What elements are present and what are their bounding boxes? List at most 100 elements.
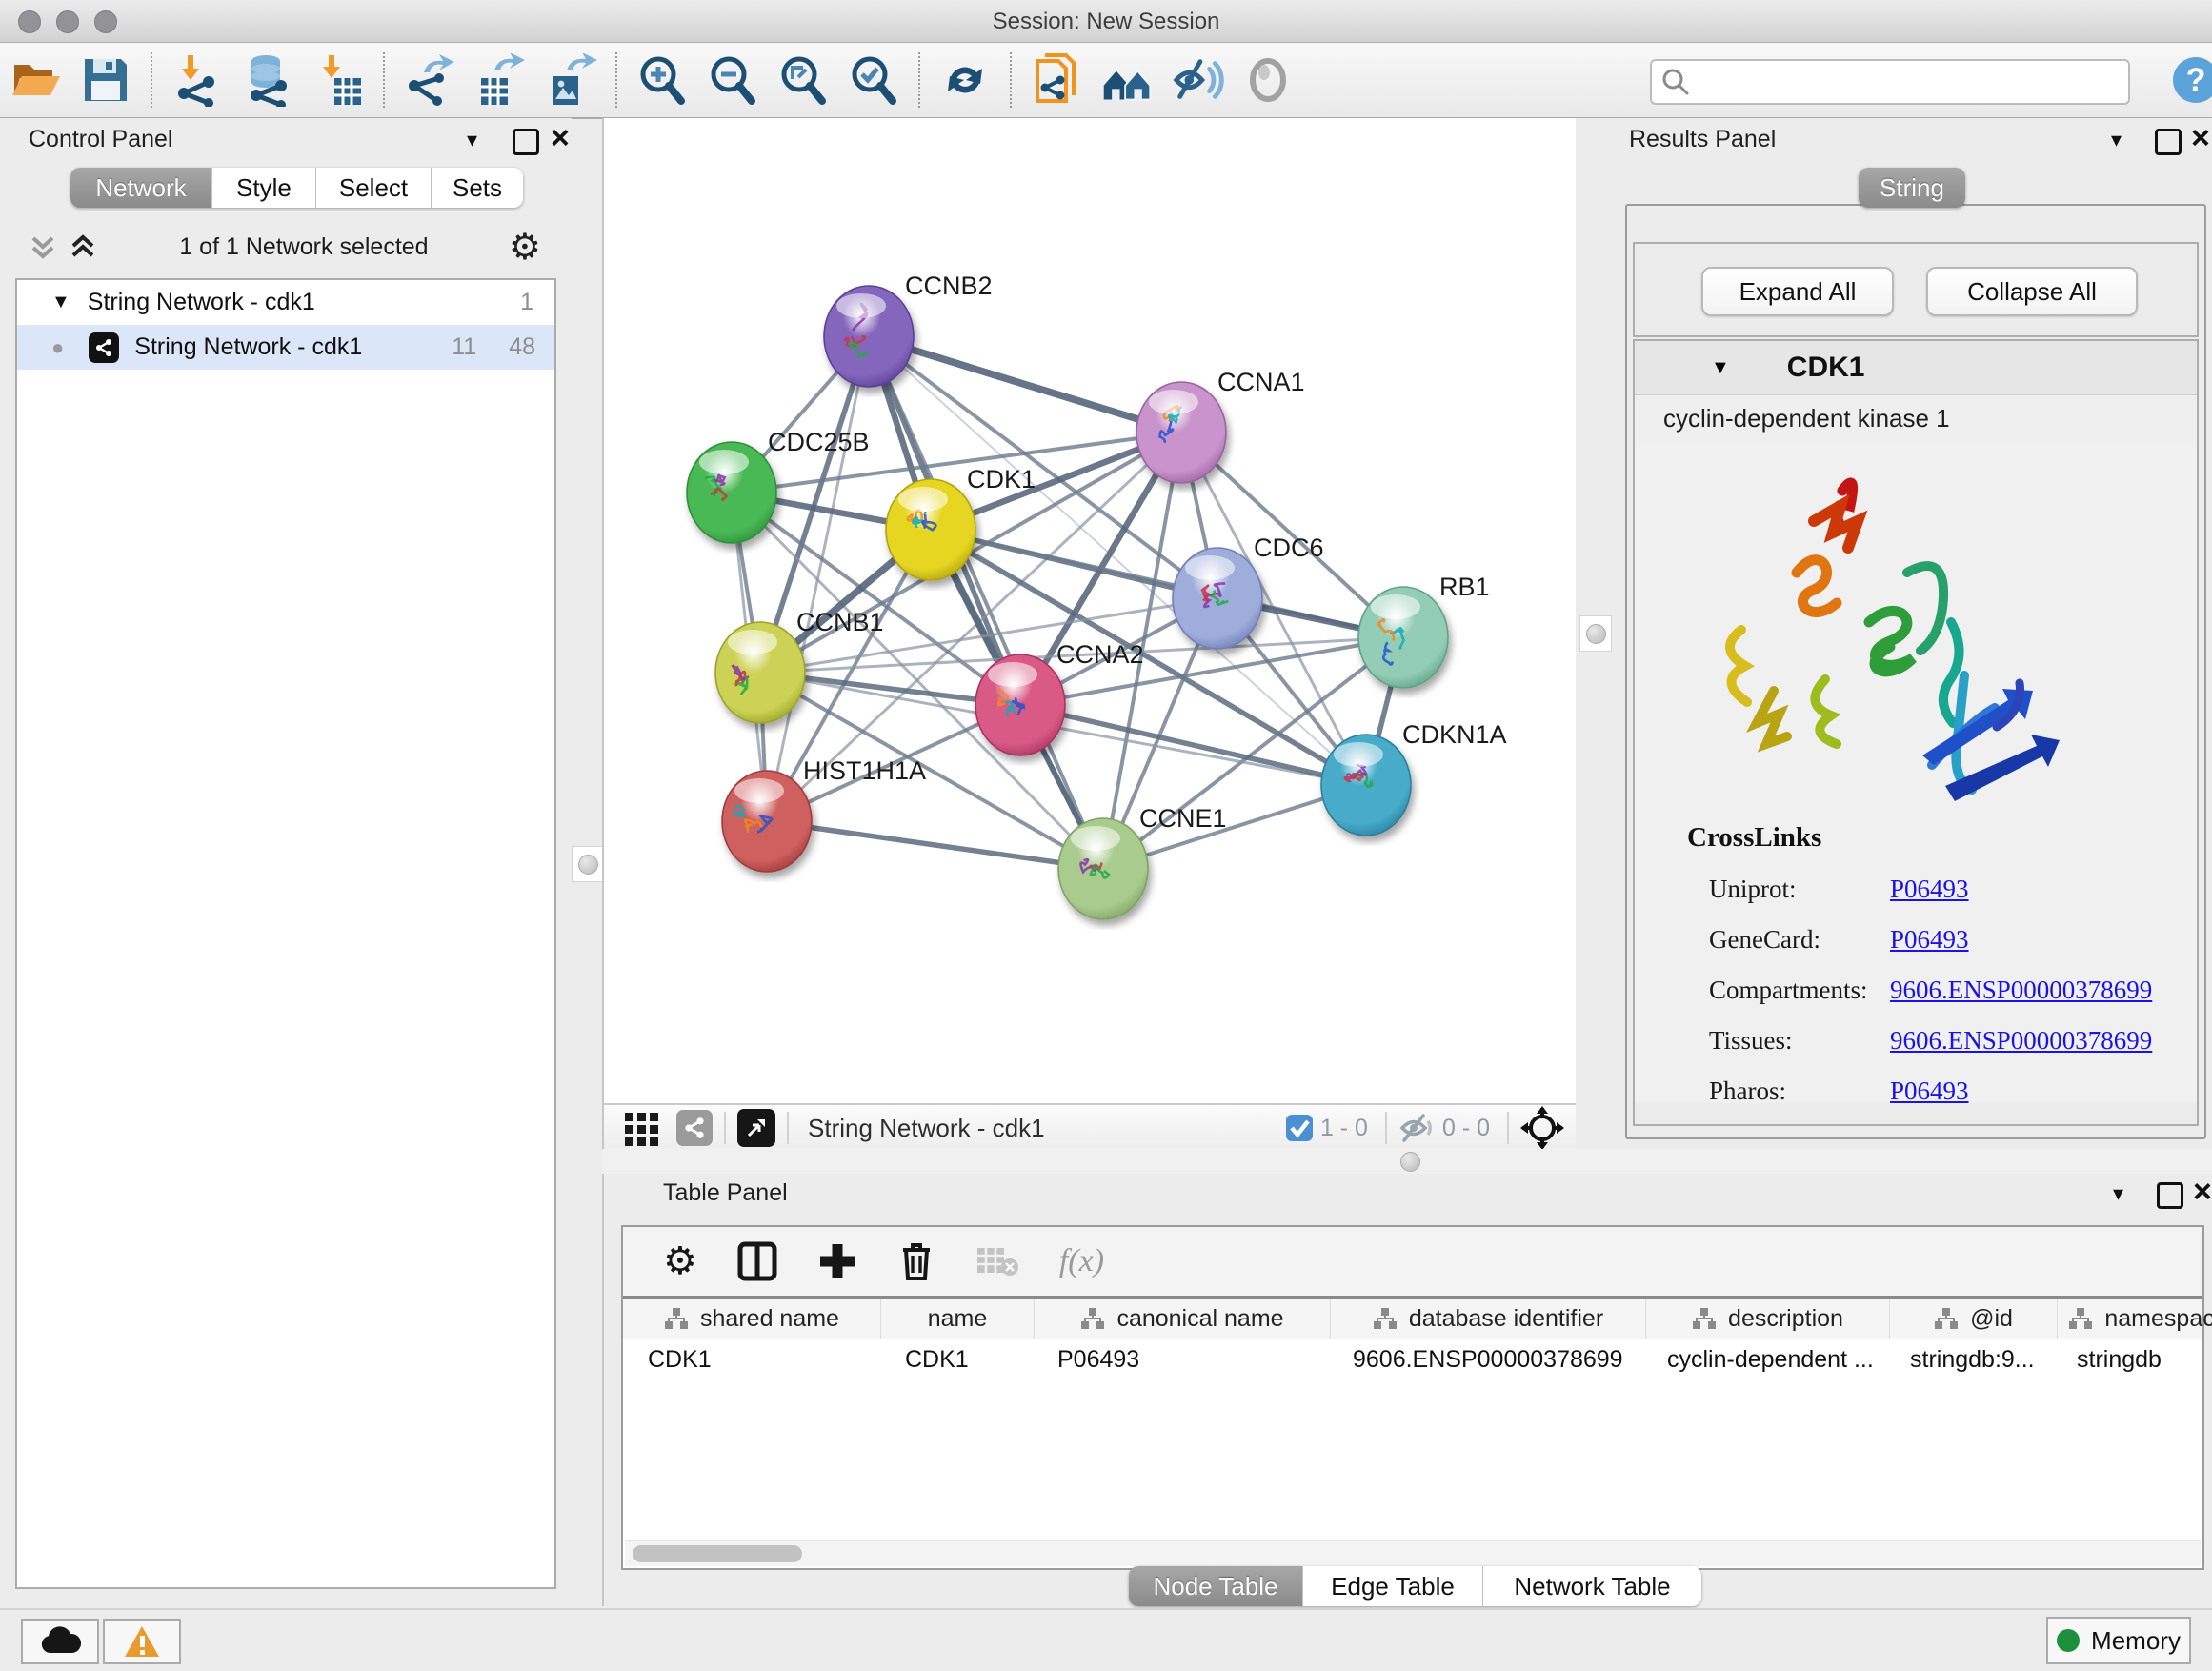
import-network-database-button[interactable] [241, 53, 294, 107]
refresh-button[interactable] [938, 53, 992, 107]
expand-all-button[interactable]: Expand All [1701, 267, 1894, 316]
network-row-selected[interactable]: ● String Network - cdk1 11 48 [17, 325, 554, 370]
birdseye-view-icon[interactable] [737, 1109, 775, 1147]
tab-network[interactable]: Network [70, 168, 212, 208]
open-session-button[interactable] [9, 53, 62, 107]
float-panel-icon[interactable] [2157, 1182, 2183, 1209]
network-node-ccna2[interactable] [975, 654, 1065, 755]
crosslink-link[interactable]: P06493 [1890, 925, 1969, 955]
left-splitter-handle[interactable] [572, 846, 604, 882]
column-header-shared-name[interactable]: shared name [623, 1299, 881, 1339]
float-panel-icon[interactable] [513, 129, 539, 155]
table-cell[interactable]: CDK1 [880, 1339, 1033, 1379]
grid-view-icon[interactable] [623, 1109, 661, 1147]
zoom-selected-button[interactable] [847, 53, 900, 107]
tab-string[interactable]: String [1859, 168, 1965, 208]
table-cell[interactable]: 9606.ENSP00000378699 [1328, 1339, 1642, 1379]
table-options-gear-icon[interactable]: ⚙ [663, 1239, 697, 1283]
collapse-panel-icon[interactable]: ▾ [467, 128, 477, 152]
network-node-ccnb1[interactable] [715, 622, 805, 723]
add-column-icon[interactable] [817, 1241, 857, 1281]
horizontal-scrollbar[interactable] [625, 1540, 2201, 1566]
hide-graphics-button[interactable] [1171, 53, 1224, 107]
network-node-ccnb2[interactable] [824, 286, 914, 387]
close-panel-icon[interactable]: × [2193, 1174, 2212, 1211]
pan-crosshair-icon[interactable] [1520, 1106, 1564, 1150]
function-builder-button[interactable]: f(x) [1059, 1243, 1104, 1279]
collapse-panel-icon[interactable]: ▾ [2111, 128, 2122, 152]
memory-button[interactable]: Memory [2046, 1617, 2191, 1664]
string-view-icon[interactable] [676, 1110, 713, 1146]
column-header-namespace[interactable]: namespace [2058, 1299, 2212, 1339]
tree-expander-icon[interactable]: ▼ [51, 292, 70, 313]
right-splitter-handle[interactable] [1579, 615, 1612, 652]
birdseye-toggle-button[interactable] [1241, 53, 1295, 107]
network-edge[interactable] [869, 336, 1103, 869]
delete-column-icon[interactable] [897, 1240, 935, 1282]
network-collection-row[interactable]: ▼ String Network - cdk1 1 [17, 280, 554, 325]
table-cell[interactable]: stringdb [2052, 1339, 2212, 1379]
column-header-canonical-name[interactable]: canonical name [1035, 1299, 1331, 1339]
help-button[interactable]: ? [2169, 53, 2212, 107]
table-cell[interactable]: CDK1 [623, 1339, 880, 1379]
protein-header[interactable]: ▼ CDK1 [1635, 341, 2197, 395]
float-panel-icon[interactable] [2155, 129, 2182, 155]
network-edge[interactable] [767, 821, 1103, 869]
import-table-button[interactable] [312, 53, 365, 107]
collapse-all-icon[interactable] [27, 231, 59, 263]
export-image-button[interactable] [544, 53, 597, 107]
network-node-ccna1[interactable] [1136, 382, 1226, 483]
search-field[interactable] [1650, 59, 2130, 105]
warnings-button[interactable] [103, 1619, 181, 1664]
expand-all-icon[interactable] [67, 231, 99, 263]
home-button[interactable] [1100, 53, 1154, 107]
network-options-gear-icon[interactable]: ⚙ [509, 226, 541, 269]
tab-sets[interactable]: Sets [432, 168, 523, 208]
crosslink-link[interactable]: 9606.ENSP00000378699 [1890, 976, 2152, 1005]
network-node-cdc6[interactable] [1173, 548, 1262, 649]
column-header-name[interactable]: name [881, 1299, 1035, 1339]
close-panel-icon[interactable]: × [551, 120, 570, 157]
selected-nodes-checkbox-icon[interactable] [1284, 1113, 1315, 1143]
zoom-fit-button[interactable] [776, 53, 830, 107]
zoom-out-button[interactable] [706, 53, 759, 107]
column-header-database-identifier[interactable]: database identifier [1331, 1299, 1646, 1339]
collapse-panel-icon[interactable]: ▾ [2113, 1181, 2123, 1206]
search-input[interactable] [1699, 64, 2128, 100]
network-node-rb1[interactable] [1358, 587, 1448, 688]
show-columns-icon[interactable] [737, 1241, 777, 1281]
network-node-cdc25b[interactable] [687, 442, 776, 543]
cloud-status-button[interactable] [21, 1619, 99, 1664]
export-network-button[interactable] [403, 53, 456, 107]
delete-table-icon[interactable] [975, 1242, 1019, 1280]
tab-select[interactable]: Select [316, 168, 432, 208]
network-node-cdkn1a[interactable] [1321, 735, 1411, 836]
collapse-all-button[interactable]: Collapse All [1926, 267, 2138, 316]
scrollbar-thumb[interactable] [633, 1545, 802, 1562]
tab-node-table[interactable]: Node Table [1129, 1566, 1303, 1606]
crosslink-link[interactable]: 9606.ENSP00000378699 [1890, 1026, 2152, 1056]
tab-edge-table[interactable]: Edge Table [1303, 1566, 1483, 1606]
table-cell[interactable]: stringdb:9... [1885, 1339, 2052, 1379]
close-panel-icon[interactable]: × [2191, 120, 2210, 157]
network-canvas[interactable]: CCNB2CCNA1CDC25BCDK1CDC6RB1CCNB1CCNA2CDK… [602, 118, 1579, 1103]
tab-style[interactable]: Style [212, 168, 316, 208]
import-network-file-button[interactable] [171, 53, 224, 107]
column-header-description[interactable]: description [1646, 1299, 1890, 1339]
network-node-hist1h1a[interactable] [722, 771, 812, 872]
column-header--id[interactable]: @id [1890, 1299, 2058, 1339]
network-edge[interactable] [869, 336, 1181, 433]
share-network-button[interactable] [1030, 53, 1083, 107]
table-splitter[interactable] [602, 1149, 2212, 1174]
crosslink-link[interactable]: P06493 [1890, 1077, 1969, 1103]
save-session-button[interactable] [79, 53, 132, 107]
zoom-in-button[interactable] [635, 53, 689, 107]
hidden-elements-icon[interactable] [1398, 1112, 1437, 1144]
table-cell[interactable]: cyclin-dependent ... [1642, 1339, 1885, 1379]
tab-network-table[interactable]: Network Table [1483, 1566, 1701, 1606]
network-node-cdk1[interactable] [886, 479, 975, 580]
network-node-ccne1[interactable] [1058, 818, 1148, 919]
export-table-button[interactable] [473, 53, 527, 107]
crosslink-link[interactable]: P06493 [1890, 875, 1969, 904]
table-cell[interactable]: P06493 [1033, 1339, 1328, 1379]
